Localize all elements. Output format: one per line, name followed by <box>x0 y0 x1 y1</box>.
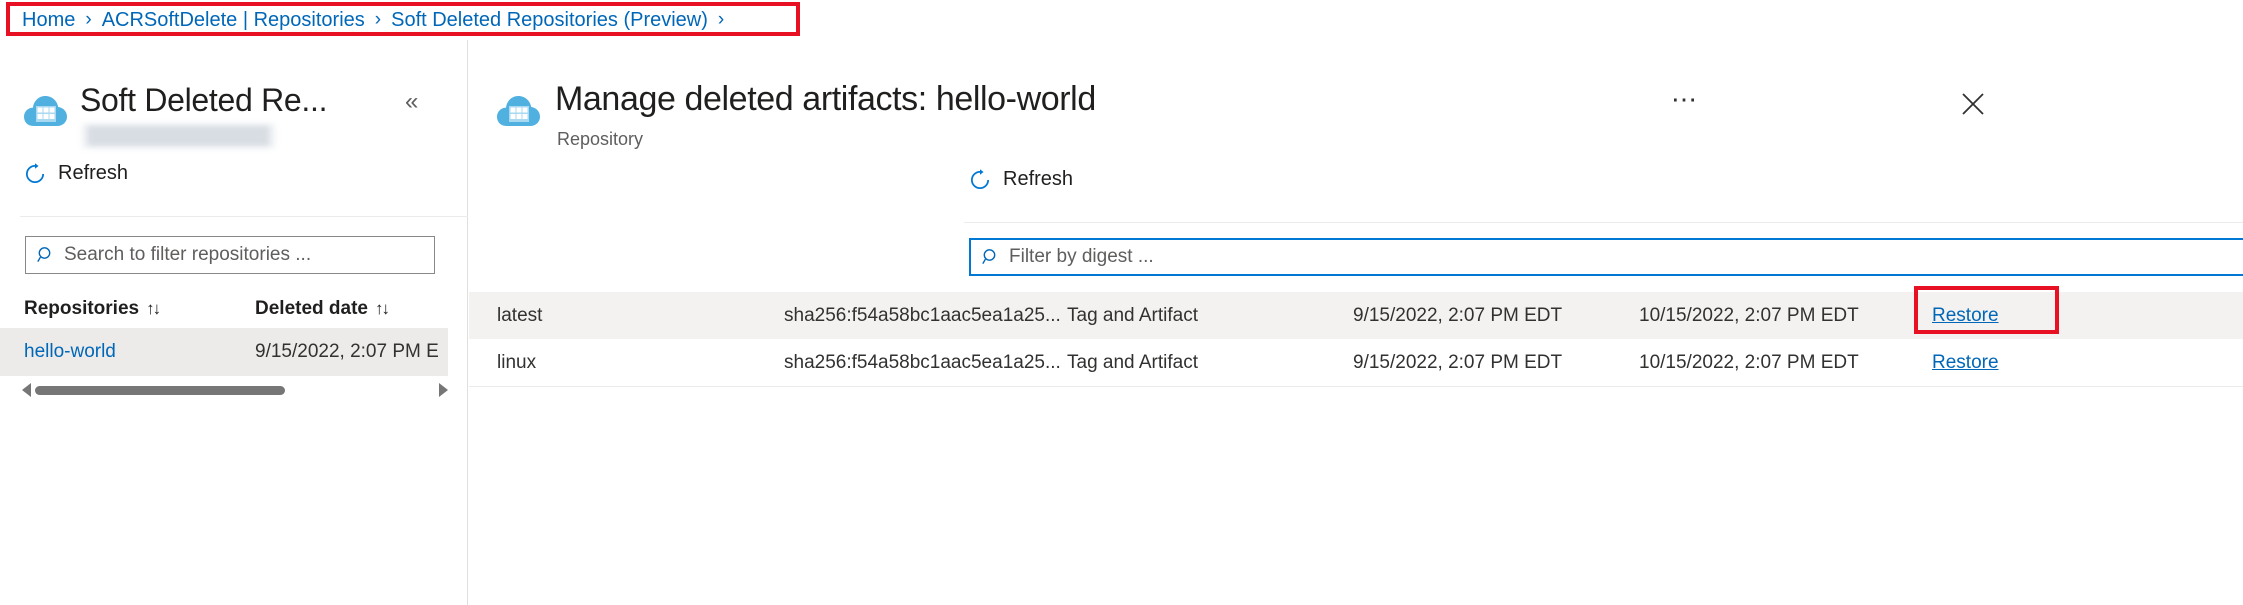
page-subtitle: Repository <box>557 129 643 150</box>
soft-deleted-repositories-blade: Soft Deleted Re... ███████████████ « Ref… <box>0 40 468 605</box>
breadcrumb-item-home[interactable]: Home <box>22 9 75 32</box>
artifact-type: Tag and Artifact <box>1067 352 1198 374</box>
artifact-scheduled-purge-date: 10/15/2022, 2:07 PM EDT <box>1639 352 1859 374</box>
repository-name-link[interactable]: hello-world <box>24 341 116 363</box>
artifact-digest: sha256:f54a58bc1aac5ea1a25... <box>784 352 1061 374</box>
search-icon <box>982 248 1000 266</box>
left-refresh-button[interactable]: Refresh <box>24 162 128 185</box>
container-registry-icon <box>24 92 68 128</box>
horizontal-scrollbar[interactable] <box>22 383 448 397</box>
table-row[interactable]: linux sha256:f54a58bc1aac5ea1a25... Tag … <box>469 339 2243 387</box>
breadcrumb-item-repositories[interactable]: ACRSoftDelete | Repositories <box>102 9 365 32</box>
main-toolbar-divider <box>964 222 2243 223</box>
repositories-table-header: Repositories↑↓ Deleted date↑↓ <box>0 288 468 328</box>
table-row[interactable]: latest sha256:f54a58bc1aac5ea1a25... Tag… <box>469 292 2243 339</box>
breadcrumb-separator-icon: › <box>718 9 724 31</box>
filter-by-digest-placeholder: Filter by digest ... <box>1009 246 1154 268</box>
scrollbar-thumb[interactable] <box>35 386 285 395</box>
breadcrumb-separator-icon: › <box>85 9 91 31</box>
collapse-blade-chevron-icon[interactable]: « <box>405 90 418 114</box>
scroll-right-arrow-icon[interactable] <box>439 383 448 397</box>
search-repositories-input[interactable]: Search to filter repositories ... <box>25 236 435 274</box>
artifact-tag: linux <box>497 352 536 374</box>
container-registry-icon <box>497 92 541 128</box>
artifact-scheduled-purge-date: 10/15/2022, 2:07 PM EDT <box>1639 305 1859 327</box>
left-refresh-label: Refresh <box>58 162 128 185</box>
table-row[interactable]: hello-world 9/15/2022, 2:07 PM E <box>0 328 448 376</box>
main-refresh-label: Refresh <box>1003 168 1073 191</box>
close-icon[interactable] <box>1959 90 1987 118</box>
left-blade-title: Soft Deleted Re... <box>80 82 327 119</box>
left-blade-header: Soft Deleted Re... ███████████████ « <box>0 40 468 128</box>
refresh-icon <box>24 163 46 185</box>
artifact-tag: latest <box>497 305 542 327</box>
page-title: Manage deleted artifacts: hello-world <box>555 80 1096 119</box>
breadcrumb: Home › ACRSoftDelete | Repositories › So… <box>0 0 2243 40</box>
artifact-type: Tag and Artifact <box>1067 305 1198 327</box>
filter-by-digest-input[interactable]: Filter by digest ... <box>969 238 2243 276</box>
column-header-repositories[interactable]: Repositories↑↓ <box>24 298 159 320</box>
more-actions-icon[interactable]: ⋯ <box>1671 86 1697 112</box>
breadcrumb-separator-icon: › <box>375 9 381 31</box>
search-icon <box>37 246 55 264</box>
column-header-deleted-date[interactable]: Deleted date↑↓ <box>255 298 388 320</box>
restore-link[interactable]: Restore <box>1932 305 1999 327</box>
scroll-left-arrow-icon[interactable] <box>22 383 31 397</box>
left-blade-subtitle-redacted: ███████████████ <box>82 124 275 148</box>
refresh-icon <box>969 169 991 191</box>
sort-icon: ↑↓ <box>146 299 159 318</box>
manage-deleted-artifacts-blade: Manage deleted artifacts: hello-world Re… <box>469 40 2243 605</box>
artifact-deleted-date: 9/15/2022, 2:07 PM EDT <box>1353 352 1562 374</box>
artifact-digest: sha256:f54a58bc1aac5ea1a25... <box>784 305 1061 327</box>
sort-icon: ↑↓ <box>375 299 388 318</box>
artifact-deleted-date: 9/15/2022, 2:07 PM EDT <box>1353 305 1562 327</box>
repository-deleted-date: 9/15/2022, 2:07 PM E <box>255 341 439 363</box>
breadcrumb-item-soft-deleted-repositories[interactable]: Soft Deleted Repositories (Preview) <box>391 9 708 32</box>
left-toolbar-divider <box>20 216 468 217</box>
search-repositories-placeholder: Search to filter repositories ... <box>64 244 311 266</box>
main-refresh-button[interactable]: Refresh <box>969 168 1073 191</box>
restore-link[interactable]: Restore <box>1932 352 1999 374</box>
